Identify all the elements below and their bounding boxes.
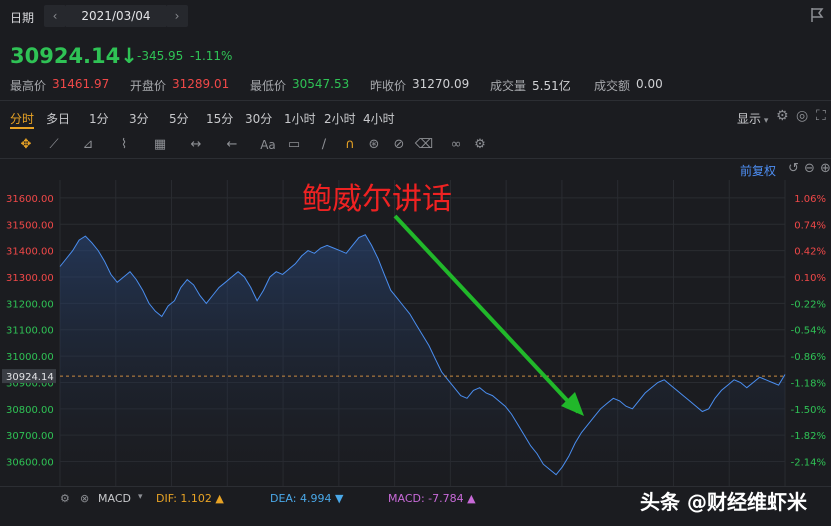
pct-tick-label: -2.14% [791, 458, 826, 469]
y-tick-label: 30600.00 [6, 458, 54, 469]
line-tool-icon[interactable]: ⟋ [44, 137, 64, 153]
date-picker[interactable]: 2021/03/04 [66, 5, 166, 27]
display-menu-button[interactable]: 显示 ▾ [737, 110, 768, 127]
macd-dea: DEA: 4.994 ▼ [270, 492, 344, 505]
magnet-icon[interactable]: ∩ [340, 137, 360, 153]
divider [0, 158, 831, 159]
y-tick-label: 30800.00 [6, 405, 54, 416]
date-label: 日期 [10, 11, 35, 25]
zoom-in-icon[interactable]: ⊕ [820, 161, 831, 176]
prev-date-button[interactable]: ‹ [44, 5, 66, 27]
tab-2hour[interactable]: 2小时 [324, 110, 356, 127]
comment-tool-icon[interactable]: ▭ [284, 137, 304, 153]
macd-dif: DIF: 1.102 ▲ [156, 492, 224, 505]
fib-tool-icon[interactable]: ▦ [150, 137, 170, 153]
macd-label: MACD [98, 492, 131, 505]
y-tick-label: 31500.00 [6, 220, 54, 231]
y-tick-label: 30700.00 [6, 431, 54, 442]
lock-icon[interactable]: ⊛ [364, 137, 384, 153]
pct-tick-label: -0.54% [791, 326, 826, 337]
undo-icon[interactable]: ↺ [788, 161, 799, 176]
text-tool-icon[interactable]: Aa [258, 137, 278, 153]
pct-tick-label: -0.86% [791, 352, 826, 363]
y-tick-label: 31200.00 [6, 299, 54, 310]
pct-tick-label: 0.42% [794, 247, 826, 258]
stat-open-value: 31289.01 [172, 77, 230, 91]
current-price-label: 30924.14 [6, 372, 54, 383]
tab-5min[interactable]: 5分 [169, 110, 189, 127]
next-date-button[interactable]: › [166, 5, 188, 27]
tab-30min[interactable]: 30分 [245, 110, 272, 127]
chevron-down-icon: ▾ [761, 116, 769, 126]
pct-tick-label: -1.50% [791, 405, 826, 416]
y-tick-label: 31300.00 [6, 273, 54, 284]
stat-volume-label: 成交量 [490, 79, 527, 93]
stat-volume-value: 5.51亿 [532, 79, 571, 93]
pct-tick-label: 0.10% [794, 273, 826, 284]
gear-icon[interactable]: ⚙ [60, 492, 70, 505]
stat-turnover-value: 0.00 [636, 77, 663, 91]
channel-tool-icon[interactable]: ⊿ [78, 137, 98, 153]
stat-open-label: 开盘价 [130, 79, 167, 93]
y-tick-label: 31000.00 [6, 352, 54, 363]
wave-tool-icon[interactable]: ⌇ [114, 137, 134, 153]
stat-low-label: 最低价 [250, 79, 287, 93]
hide-icon[interactable]: ⊘ [389, 137, 409, 153]
zoom-out-icon[interactable]: ⊖ [804, 161, 815, 176]
active-tab-indicator [10, 127, 34, 129]
stat-turnover-label: 成交额 [594, 79, 631, 93]
price-area [60, 234, 785, 486]
settings-icon[interactable]: ⚙ [470, 137, 490, 153]
range-tool-icon[interactable]: ↔ [186, 137, 206, 153]
arrow-tool-icon[interactable]: ← [222, 137, 242, 153]
trash-icon[interactable]: ⌫ [414, 137, 434, 153]
tab-multiday[interactable]: 多日 [46, 110, 70, 127]
fullscreen-icon[interactable]: ⛶ [816, 108, 826, 124]
pen-tool-icon[interactable]: ∕ [314, 137, 334, 153]
tab-1min[interactable]: 1分 [89, 110, 109, 127]
chevron-down-icon[interactable]: ▾ [138, 492, 143, 502]
pct-tick-label: -1.18% [791, 378, 826, 389]
pct-axis-labels: 1.06% 0.74% 0.42% 0.10% -0.22% -0.54% -0.86% -1… [791, 194, 826, 469]
pct-tick-label: -0.22% [791, 299, 826, 310]
price-change-percent: -1.11% [190, 49, 233, 63]
move-icon[interactable]: ✥ [16, 137, 36, 153]
y-axis-labels: 31600.00 31500.00 31400.00 31300.00 31200.00… [6, 194, 54, 469]
macd-value: MACD: -7.784 ▲ [388, 492, 476, 505]
chevron-left-icon: ‹ [52, 9, 58, 23]
chevron-right-icon: › [174, 9, 180, 23]
stat-prevclose-label: 昨收价 [370, 79, 407, 93]
y-tick-label: 31100.00 [6, 326, 54, 337]
tab-15min[interactable]: 15分 [206, 110, 233, 127]
stat-prevclose-value: 31270.09 [412, 77, 470, 91]
stat-high-label: 最高价 [10, 79, 47, 93]
tab-1hour[interactable]: 1小时 [284, 110, 316, 127]
down-arrow-icon: ↓ [120, 44, 138, 68]
gear-icon[interactable]: ⚙ [776, 108, 789, 124]
annotation-text: 鲍威尔讲话 [302, 182, 452, 217]
close-icon[interactable]: ⊗ [80, 492, 89, 505]
tab-3min[interactable]: 3分 [129, 110, 149, 127]
watermark: 头条 @财经维虾米 [640, 490, 807, 514]
stat-low-value: 30547.53 [292, 77, 350, 91]
stat-high-value: 31461.97 [52, 77, 110, 91]
y-tick-label: 31600.00 [6, 194, 54, 205]
restore-right-button[interactable]: 前复权 [740, 162, 776, 179]
price-change: -345.95 [137, 49, 184, 63]
divider [0, 100, 831, 101]
last-price: 30924.14↓ [10, 44, 138, 68]
pct-tick-label: -1.82% [791, 431, 826, 442]
price-value: 30924.14 [10, 44, 121, 68]
tab-4hour[interactable]: 4小时 [363, 110, 395, 127]
pct-tick-label: 0.74% [794, 220, 826, 231]
y-tick-label: 31400.00 [6, 247, 54, 258]
camera-icon[interactable]: ◎ [796, 108, 808, 124]
display-label: 显示 [737, 112, 762, 126]
link-icon[interactable]: ∞ [446, 137, 466, 153]
tab-intraday[interactable]: 分时 [10, 110, 34, 127]
flag-icon[interactable] [808, 6, 826, 24]
pct-tick-label: 1.06% [794, 194, 826, 205]
